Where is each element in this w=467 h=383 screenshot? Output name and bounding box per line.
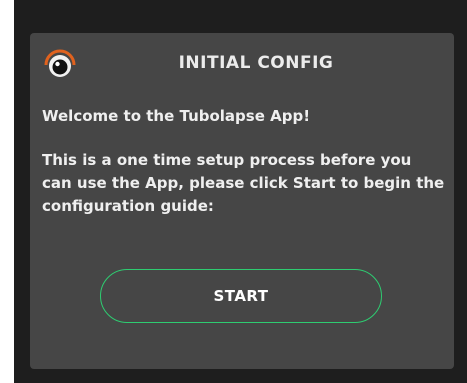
left-edge-strip — [0, 0, 14, 383]
initial-config-dialog: INITIAL CONFIG Welcome to the Tubolapse … — [30, 33, 454, 369]
dialog-title: INITIAL CONFIG — [178, 53, 334, 73]
start-button[interactable]: START — [100, 269, 382, 323]
welcome-message: Welcome to the Tubolapse App! — [42, 107, 311, 125]
setup-instructions: This is a one time setup process before … — [42, 151, 445, 215]
dialog-header: INITIAL CONFIG — [30, 33, 454, 97]
